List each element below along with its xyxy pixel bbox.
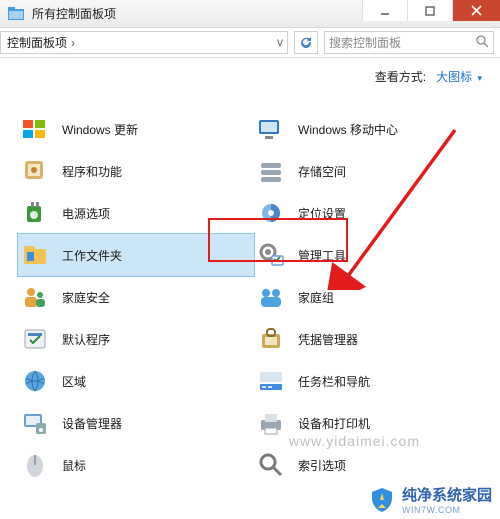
item-label: 管理工具 (298, 247, 346, 264)
item-label: 程序和功能 (62, 163, 122, 180)
chevron-right-icon[interactable]: › (71, 36, 75, 50)
minimize-button[interactable] (362, 0, 407, 21)
storage-spaces-icon (256, 156, 286, 186)
item-label: Windows 更新 (62, 121, 138, 138)
family-safety-icon (20, 282, 50, 312)
credential-manager-icon (256, 324, 286, 354)
item-homegroup[interactable]: 家庭组 (254, 276, 490, 318)
item-work-folders[interactable]: 工作文件夹 (18, 234, 254, 276)
item-windows-update[interactable]: Windows 更新 (18, 108, 254, 150)
devices-printers-icon (256, 408, 286, 438)
breadcrumb[interactable]: 控制面板项 › v (0, 31, 288, 54)
mouse-icon (20, 450, 50, 480)
title-bar: 所有控制面板项 (0, 0, 500, 28)
chevron-down-icon[interactable]: v (277, 35, 283, 49)
item-label: 存储空间 (298, 163, 346, 180)
item-mouse[interactable]: 鼠标 (18, 444, 254, 486)
item-power-options[interactable]: 电源选项 (18, 192, 254, 234)
item-label: 区域 (62, 373, 86, 390)
item-label: 电源选项 (62, 205, 110, 222)
view-by-label: 查看方式: (375, 68, 426, 85)
shield-icon (368, 486, 396, 514)
default-programs-icon (20, 324, 50, 354)
taskbar-navigation-icon (256, 366, 286, 396)
item-admin-tools[interactable]: 管理工具 (254, 234, 490, 276)
view-by-row: 查看方式: 大图标 ▾ (0, 58, 500, 94)
item-label: 定位设置 (298, 205, 346, 222)
item-label: 家庭组 (298, 289, 334, 306)
control-panel-grid: Windows 更新 Windows 移动中心 程序和功能 存储空间 电源选项 … (0, 94, 500, 486)
search-input[interactable]: 搜索控制面板 (324, 31, 494, 54)
maximize-button[interactable] (407, 0, 452, 21)
item-label: 索引选项 (298, 457, 346, 474)
item-label: 家庭安全 (62, 289, 110, 306)
item-default-programs[interactable]: 默认程序 (18, 318, 254, 360)
window-title: 所有控制面板项 (32, 5, 116, 22)
control-panel-folder-icon (8, 6, 24, 22)
location-settings-icon (256, 198, 286, 228)
item-programs-features[interactable]: 程序和功能 (18, 150, 254, 192)
item-label: 任务栏和导航 (298, 373, 370, 390)
item-mobility-center[interactable]: Windows 移动中心 (254, 108, 490, 150)
item-taskbar-navigation[interactable]: 任务栏和导航 (254, 360, 490, 402)
power-options-icon (20, 198, 50, 228)
mobility-center-icon (256, 114, 286, 144)
item-device-manager[interactable]: 设备管理器 (18, 402, 254, 444)
windows-update-icon (20, 114, 50, 144)
refresh-button[interactable] (294, 31, 318, 54)
item-label: 工作文件夹 (62, 247, 122, 264)
indexing-options-icon (256, 450, 286, 480)
chevron-down-icon: ▾ (477, 73, 482, 83)
view-by-value: 大图标 (436, 70, 472, 84)
window-buttons (362, 0, 500, 21)
item-label: 默认程序 (62, 331, 110, 348)
work-folders-icon (20, 240, 50, 270)
item-label: Windows 移动中心 (298, 121, 398, 138)
search-icon (476, 35, 489, 51)
item-indexing-options[interactable]: 索引选项 (254, 444, 490, 486)
item-location-settings[interactable]: 定位设置 (254, 192, 490, 234)
footer-brand: 纯净系统家园 (402, 484, 492, 505)
footer-logo: 纯净系统家园 WIN7W.COM (368, 484, 492, 515)
footer-brand-sub: WIN7W.COM (402, 505, 492, 515)
device-manager-icon (20, 408, 50, 438)
region-icon (20, 366, 50, 396)
item-credential-manager[interactable]: 凭据管理器 (254, 318, 490, 360)
item-label: 设备和打印机 (298, 415, 370, 432)
item-region[interactable]: 区域 (18, 360, 254, 402)
admin-tools-icon (256, 240, 286, 270)
item-label: 凭据管理器 (298, 331, 358, 348)
item-devices-printers[interactable]: 设备和打印机 (254, 402, 490, 444)
search-placeholder: 搜索控制面板 (329, 34, 476, 51)
view-by-dropdown[interactable]: 大图标 ▾ (436, 68, 482, 85)
homegroup-icon (256, 282, 286, 312)
programs-features-icon (20, 156, 50, 186)
item-label: 设备管理器 (62, 415, 122, 432)
item-label: 鼠标 (62, 457, 86, 474)
item-family-safety[interactable]: 家庭安全 (18, 276, 254, 318)
close-button[interactable] (452, 0, 500, 21)
breadcrumb-segment[interactable]: 控制面板项 (7, 34, 67, 51)
item-storage-spaces[interactable]: 存储空间 (254, 150, 490, 192)
address-bar-row: 控制面板项 › v 搜索控制面板 (0, 28, 500, 58)
